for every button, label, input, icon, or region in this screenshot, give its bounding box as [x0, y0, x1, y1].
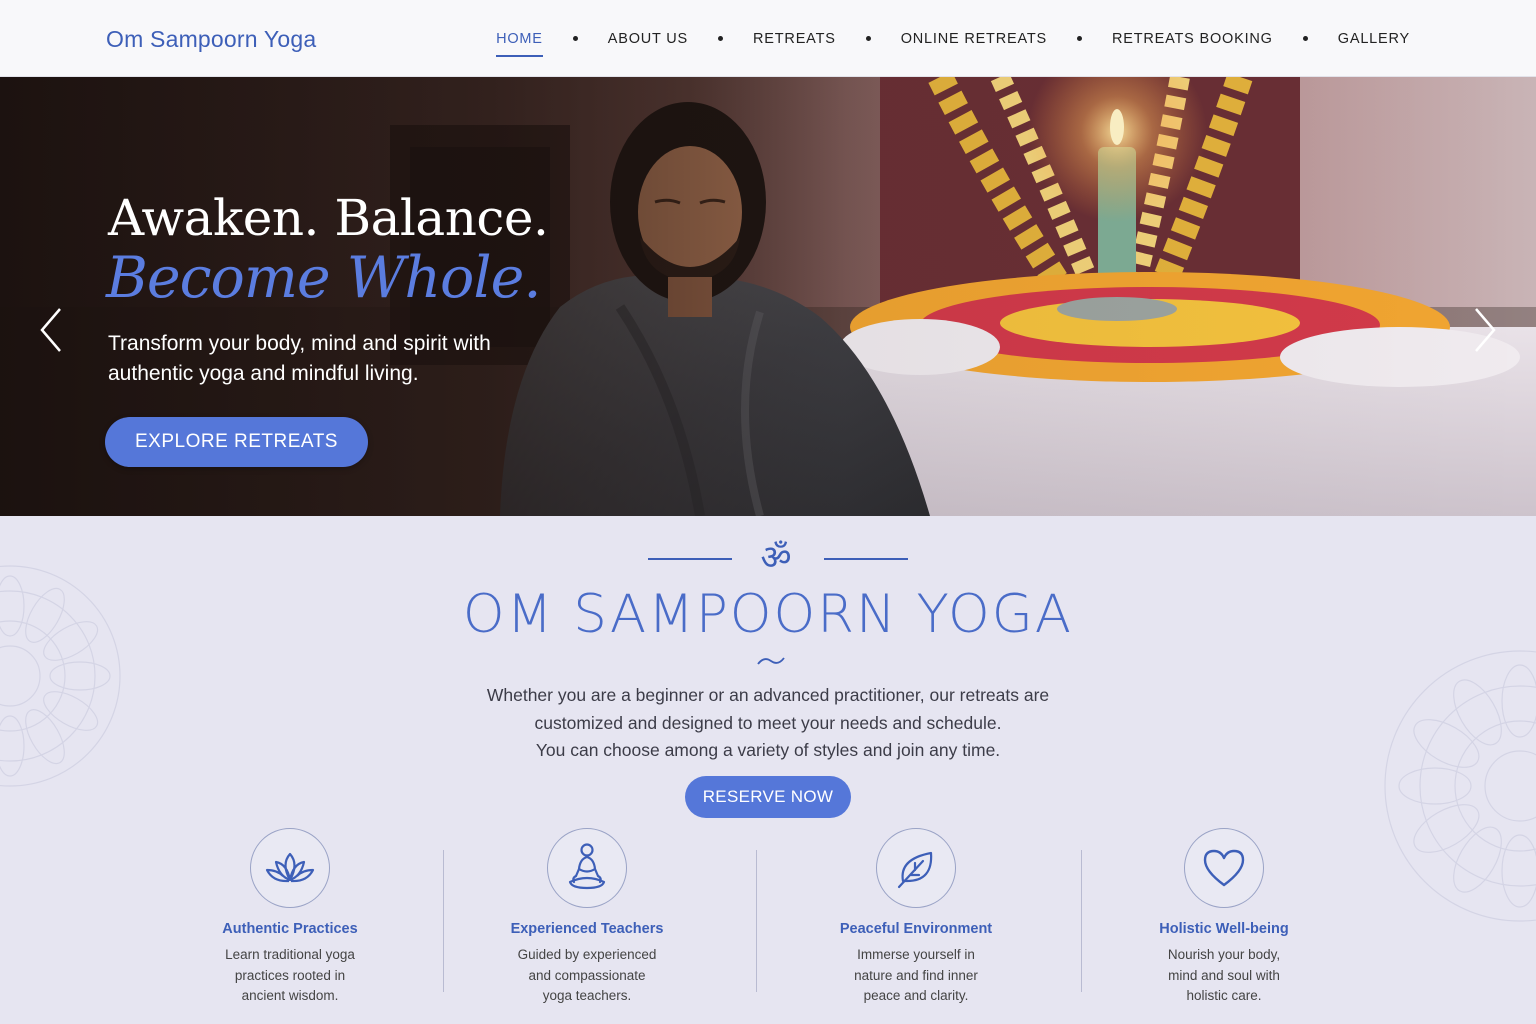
intro-section: ॐ OM SAMPOORN YOGA Whether you are a beg… — [0, 516, 1536, 1024]
section-title: OM SAMPOORN YOGA — [462, 584, 1074, 645]
feature-icon-circle — [876, 828, 956, 908]
feature-title: Holistic Well-being — [1159, 921, 1289, 937]
leaf-icon — [897, 851, 933, 889]
heart-icon — [1203, 849, 1245, 887]
hero-subtext: Transform your body, mind and spirit wit… — [108, 332, 491, 385]
nav-retreats[interactable]: RETREATS — [753, 31, 836, 47]
site-logo[interactable]: Om Sampoorn Yoga — [106, 26, 316, 53]
om-divider: ॐ — [648, 538, 908, 578]
nav-retreats-booking[interactable]: RETREATS BOOKING — [1112, 31, 1273, 47]
divider-line — [824, 558, 908, 560]
reserve-now-button[interactable]: RESERVE NOW — [685, 776, 851, 818]
nav-separator — [1076, 36, 1082, 41]
intro-paragraph: Whether you are a beginner or an advance… — [0, 682, 1536, 765]
site-header: Om Sampoorn Yoga HOME ABOUT US RETREATS … — [0, 0, 1536, 77]
intro-line: You can choose among a variety of styles… — [535, 740, 1001, 760]
features-row: Authentic Practices Learn traditional yo… — [140, 828, 1396, 1018]
tilde-ornament-icon — [757, 657, 785, 665]
nav-separator — [1302, 36, 1308, 41]
explore-retreats-button[interactable]: EXPLORE RETREATS — [105, 417, 368, 467]
feature-text: Immerse yourself in nature and find inne… — [854, 947, 978, 1003]
feature-title: Authentic Practices — [222, 921, 358, 937]
nav-online-retreats[interactable]: ONLINE RETREATS — [901, 31, 1047, 47]
divider-line — [648, 558, 732, 560]
feature-text: Guided by experienced and compassionate … — [517, 947, 657, 1003]
feature-icon-circle — [1184, 828, 1264, 908]
meditation-icon — [568, 843, 606, 890]
nav-separator — [865, 36, 871, 41]
hero-headline-accent: Become Whole. — [106, 245, 541, 311]
slider-next-button[interactable] — [1464, 305, 1504, 355]
hero-headline: Awaken. Balance. — [108, 189, 549, 247]
main-nav: HOME ABOUT US RETREATS ONLINE RETREATS R… — [496, 0, 1410, 77]
nav-separator — [718, 36, 724, 41]
feature-experienced-teachers: Experienced Teachers Guided by experienc… — [437, 828, 737, 1007]
hero-slider: Awaken. Balance. Become Whole. Transform… — [0, 77, 1536, 516]
feature-divider — [756, 850, 757, 992]
feature-icon-circle — [250, 828, 330, 908]
nav-separator — [572, 36, 578, 41]
feature-title: Experienced Teachers — [510, 921, 664, 937]
chevron-left-icon — [40, 308, 61, 352]
nav-about-us[interactable]: ABOUT US — [608, 31, 688, 47]
nav-gallery[interactable]: GALLERY — [1338, 31, 1410, 47]
chevron-right-icon — [1475, 308, 1496, 352]
feature-icon-circle — [547, 828, 627, 908]
lotus-icon — [265, 852, 315, 883]
intro-line: Whether you are a beginner or an advance… — [486, 685, 1050, 705]
feature-title: Peaceful Environment — [839, 921, 993, 937]
feature-peaceful-environment: Peaceful Environment Immerse yourself in… — [766, 828, 1066, 1007]
nav-home[interactable]: HOME — [496, 31, 543, 57]
intro-line: customized and designed to meet your nee… — [534, 712, 1002, 733]
feature-text: Nourish your body, mind and soul with ho… — [1167, 947, 1281, 1003]
feature-text: Learn traditional yoga practices rooted … — [225, 947, 355, 1003]
slider-prev-button[interactable] — [34, 305, 74, 355]
feature-authentic-practices: Authentic Practices Learn traditional yo… — [140, 828, 440, 1007]
feature-holistic-well-being: Holistic Well-being Nourish your body, m… — [1074, 828, 1374, 1007]
om-icon: ॐ — [760, 538, 792, 578]
